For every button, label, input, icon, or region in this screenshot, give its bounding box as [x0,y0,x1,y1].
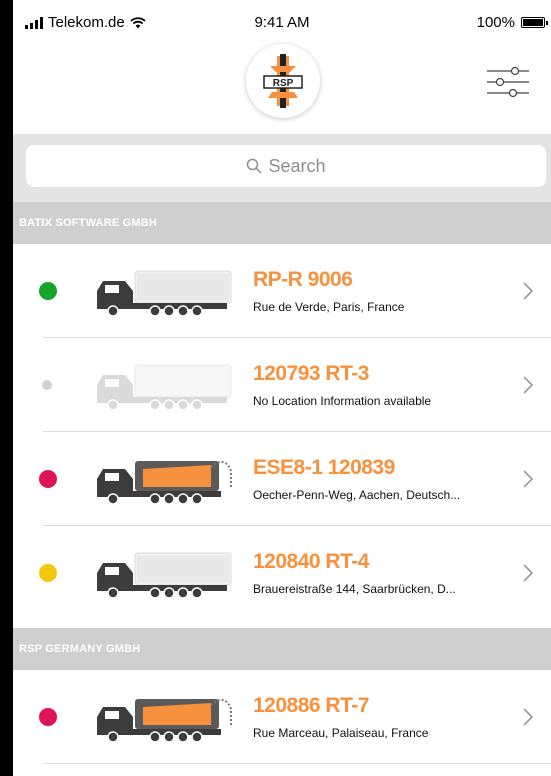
flatbed-truck-icon [97,270,232,317]
search-placeholder: Search [268,155,326,176]
vehicle-plate: RP-R 9006 [253,268,353,291]
vehicle-row[interactable]: 120886 RT-7 Rue Marceau, Palaiseau, Fran… [13,670,551,764]
section-header: RSP GERMANY GMBH [13,628,551,670]
chevron-right-icon [523,376,533,394]
vehicle-location: Rue de Verde, Paris, France [253,300,405,314]
magnifier-icon [247,158,262,174]
battery-info: 100% [476,14,548,31]
chevron-right-icon [523,470,533,488]
vehicle-row[interactable]: RP-R 9006 Rue de Verde, Paris, France [13,244,551,338]
status-indicator [39,282,57,300]
vehicle-row[interactable]: 120840 RT-4 Brauereistraße 144, Saarbrüc… [13,526,551,620]
vehicle-location: Oecher-Penn-Weg, Aachen, Deutsch... [253,488,461,502]
vehicle-row[interactable]: ESE8-1 120839 Oecher-Penn-Weg, Aachen, D… [13,432,551,526]
battery-icon [521,17,548,28]
company-logo: RSP [246,44,320,118]
filter-button[interactable] [485,64,531,100]
vehicle-location: No Location Information available [253,394,432,408]
vehicle-plate: 120793 RT-3 [253,362,369,385]
status-indicator [39,470,57,488]
status-bar: Telekom.de 9:41 AM 100% [13,0,551,40]
vehicle-location: Rue Marceau, Palaiseau, France [253,726,429,740]
vehicle-plate: ESE8-1 120839 [253,456,395,479]
flatbed-truck-icon [97,552,232,599]
section-header: BATIX SOFTWARE GMBH [13,202,551,244]
app-screen: Telekom.de 9:41 AM 100% RSP Search BATIX… [13,0,551,776]
search-input[interactable]: Search [26,145,546,187]
chevron-right-icon [523,708,533,726]
sliders-icon [487,66,529,98]
logo-text: RSP [273,78,294,89]
chevron-right-icon [523,282,533,300]
clock: 9:41 AM [254,14,310,31]
loader-truck-icon [97,698,232,743]
chevron-right-icon [523,564,533,582]
battery-percent: 100% [476,14,515,31]
flatbed-truck-icon [97,364,232,411]
status-indicator [42,380,52,390]
vehicle-location: Brauereistraße 144, Saarbrücken, D... [253,582,456,596]
search-bar-container: Search [13,134,551,202]
status-indicator [39,564,57,582]
vehicle-row[interactable]: 120793 RT-3 No Location Information avai… [13,338,551,432]
loader-truck-icon [97,460,232,505]
row-divider [43,763,551,764]
vehicle-plate: 120840 RT-4 [253,550,369,573]
vehicle-plate: 120886 RT-7 [253,694,369,717]
status-indicator [39,708,57,726]
